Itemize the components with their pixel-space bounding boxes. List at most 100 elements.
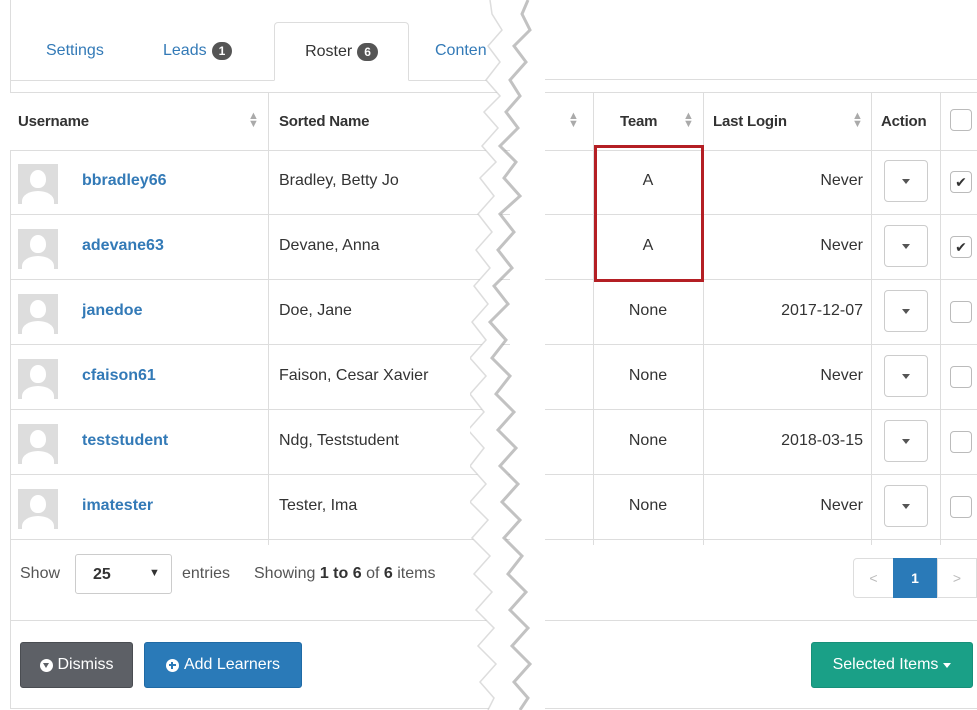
team-header-label: Team [620, 113, 658, 130]
sorted-name-cell: Devane, Anna [279, 237, 380, 254]
circle-arrow-down-icon [39, 658, 53, 672]
avatar [18, 489, 58, 529]
pagination-next[interactable]: > [937, 558, 977, 598]
row-checkbox[interactable]: ✔ [950, 171, 972, 193]
avatar [18, 164, 58, 204]
column-divider [268, 93, 269, 150]
showing-range: 1 to 6 [319, 565, 362, 582]
row-checkbox[interactable] [950, 431, 972, 453]
column-header-sorted-name[interactable]: Sorted Name [279, 93, 370, 150]
sorted-name-cell: Tester, Ima [279, 497, 358, 514]
table-row: None 2017-12-07 [545, 280, 977, 345]
table-row: bbradley66 Bradley, Betty Jo [10, 150, 510, 215]
showing-total: 6 [383, 565, 393, 582]
tab-roster[interactable]: Roster 6 [274, 22, 409, 81]
tab-bar: Settings Leads 1 Roster 6 Conten [10, 0, 510, 81]
table-row: adevane63 Devane, Anna [10, 215, 510, 280]
last-login-cell: Never [820, 172, 863, 189]
add-learners-button[interactable]: Add Learners [144, 642, 302, 688]
username-link[interactable]: cfaison61 [82, 367, 156, 385]
action-dropdown-button[interactable] [884, 485, 928, 527]
tab-leads[interactable]: Leads 1 [163, 22, 233, 80]
show-label: Show [20, 565, 61, 582]
action-dropdown-button[interactable] [884, 225, 928, 267]
table-row: imatester Tester, Ima [10, 475, 510, 540]
sorted-name-cell: Bradley, Betty Jo [279, 172, 399, 189]
action-dropdown-button[interactable] [884, 160, 928, 202]
tab-leads-label: Leads [163, 42, 207, 59]
username-link[interactable]: janedoe [82, 302, 142, 320]
row-checkbox[interactable] [950, 301, 972, 323]
pagination-previous[interactable]: < [853, 558, 894, 598]
column-divider [703, 93, 704, 150]
action-dropdown-button[interactable] [884, 290, 928, 332]
checkmark-icon: ✔ [955, 174, 967, 190]
avatar [18, 229, 58, 269]
table-row: teststudent Ndg, Teststudent [10, 410, 510, 475]
sorted-name-cell: Ndg, Teststudent [279, 432, 399, 449]
row-checkbox[interactable]: ✔ [950, 236, 972, 258]
sorted-name-header-label: Sorted Name [279, 113, 370, 130]
showing-prefix: Showing [254, 565, 316, 582]
right-panel: ▲ ▼ Team ▲ ▼ Last Login ▲ ▼ Action A Never … [545, 0, 977, 710]
tab-roster-label: Roster [305, 42, 353, 60]
table-row: A Never ✔ [545, 215, 977, 280]
username-link[interactable]: bbradley66 [82, 172, 166, 190]
add-learners-label: Add Learners [183, 656, 281, 673]
row-checkbox[interactable] [950, 366, 972, 388]
username-link[interactable]: adevane63 [82, 237, 164, 255]
table-row: None Never [545, 345, 977, 410]
dismiss-button[interactable]: Dismiss [20, 642, 133, 688]
username-link[interactable]: teststudent [82, 432, 168, 450]
showing-info: Showing 1 to 6 of 6 items [254, 565, 435, 583]
action-dropdown-button[interactable] [884, 420, 928, 462]
last-login-cell: Never [820, 237, 863, 254]
checkmark-icon: ✔ [955, 239, 967, 255]
team-cell: A [642, 237, 654, 254]
sort-icon[interactable]: ▲ ▼ [568, 111, 579, 130]
sorted-name-cell: Doe, Jane [279, 302, 352, 319]
column-divider [940, 93, 941, 150]
table-footer-left: Show 25 ▼ entries Showing 1 to 6 of 6 it… [10, 545, 510, 621]
circle-plus-icon [165, 658, 179, 672]
table-header-left: Username ▲ ▼ Sorted Name [10, 92, 510, 151]
team-cell: None [628, 497, 668, 514]
team-cell: A [642, 172, 654, 189]
last-login-cell: Never [820, 367, 863, 384]
column-header-username[interactable]: Username [18, 93, 89, 150]
caret-down-icon [943, 662, 952, 668]
username-link[interactable]: imatester [82, 497, 153, 515]
pagination-page-1[interactable]: 1 [893, 558, 937, 598]
sort-icon[interactable]: ▲ ▼ [852, 111, 863, 130]
tab-settings[interactable]: Settings [46, 22, 104, 80]
row-checkbox[interactable] [950, 496, 972, 518]
column-divider [593, 93, 594, 150]
avatar [18, 294, 58, 334]
dismiss-label: Dismiss [57, 656, 114, 673]
username-header-label: Username [18, 113, 89, 130]
column-divider [871, 93, 872, 150]
action-dropdown-button[interactable] [884, 355, 928, 397]
table-row: A Never ✔ [545, 150, 977, 215]
column-header-team[interactable]: Team [620, 93, 657, 150]
column-header-last-login[interactable]: Last Login [713, 93, 787, 150]
caret-down-icon: ▼ [149, 567, 160, 579]
action-header-label: Action [881, 113, 927, 130]
last-login-cell: Never [820, 497, 863, 514]
showing-suffix: items [397, 565, 436, 582]
roster-count-badge: 6 [357, 42, 378, 61]
selected-items-button[interactable]: Selected Items [811, 642, 973, 688]
sort-icon[interactable]: ▲ ▼ [683, 111, 694, 130]
last-login-cell: 2017-12-07 [781, 302, 863, 319]
last-login-cell: 2018-03-15 [781, 432, 863, 449]
pagination-next-label: > [952, 570, 962, 586]
team-cell: None [628, 302, 668, 319]
column-header-action: Action [881, 93, 927, 150]
page-size-value: 25 [93, 566, 111, 583]
entries-label: entries [182, 565, 231, 582]
avatar [18, 359, 58, 399]
page-size-select[interactable]: 25 ▼ [75, 554, 172, 594]
sort-icon[interactable]: ▲ ▼ [248, 111, 259, 130]
select-all-checkbox[interactable] [950, 109, 972, 131]
avatar [18, 424, 58, 464]
